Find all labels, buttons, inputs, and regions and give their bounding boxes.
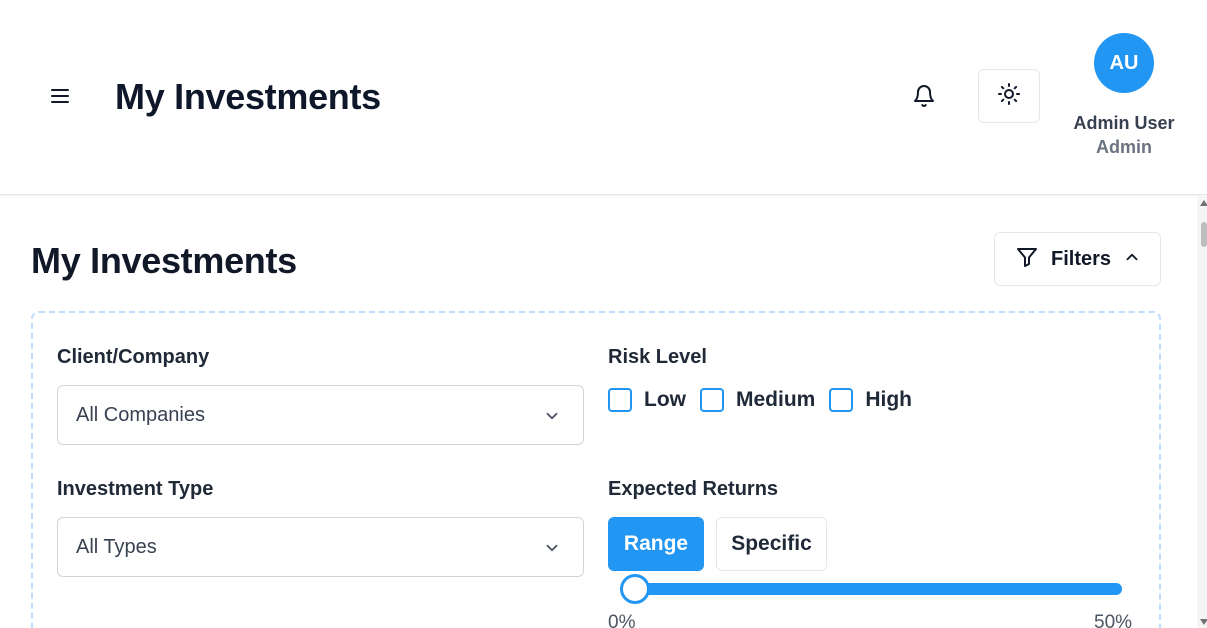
sun-icon [997, 82, 1021, 111]
risk-high-label: High [865, 388, 912, 411]
page-scrollbar[interactable] [1197, 196, 1207, 628]
risk-high-option[interactable]: High [829, 388, 912, 412]
risk-level-options: Low Medium High [608, 388, 926, 412]
risk-low-checkbox[interactable] [608, 388, 632, 412]
investment-type-value: All Types [76, 535, 157, 558]
avatar[interactable]: AU [1094, 33, 1154, 93]
client-company-label: Client/Company [57, 346, 210, 368]
user-role: Admin [1096, 137, 1152, 157]
client-company-select[interactable]: All Companies [57, 385, 584, 445]
expected-returns-label: Expected Returns [608, 478, 779, 500]
header-title: My Investments [115, 76, 381, 117]
risk-level-label: Risk Level [608, 346, 707, 368]
returns-slider-thumb[interactable] [620, 574, 650, 604]
risk-medium-checkbox[interactable] [700, 388, 724, 412]
chevron-down-icon [543, 407, 561, 430]
app-header: My Investments AU Admin User Admin [0, 0, 1207, 195]
slider-max-label: 50% [1094, 612, 1133, 628]
theme-toggle-button[interactable] [978, 69, 1040, 123]
scroll-up-icon[interactable] [1200, 200, 1207, 206]
specific-mode-button[interactable]: Specific [716, 517, 827, 571]
risk-medium-label: Medium [736, 388, 816, 411]
filters-button-label: Filters [1051, 247, 1112, 270]
scroll-down-icon[interactable] [1200, 619, 1207, 625]
bell-icon[interactable] [906, 78, 942, 114]
risk-low-option[interactable]: Low [608, 388, 686, 412]
scrollbar-thumb[interactable] [1201, 222, 1207, 247]
risk-high-checkbox[interactable] [829, 388, 854, 412]
page-title: My Investments [31, 240, 297, 281]
range-mode-button[interactable]: Range [608, 517, 704, 571]
investment-type-select[interactable]: All Types [57, 517, 584, 577]
returns-slider-track[interactable] [634, 583, 1122, 595]
investment-type-label: Investment Type [57, 478, 214, 500]
user-profile[interactable]: AU Admin User Admin [1064, 33, 1184, 158]
slider-min-label: 0% [608, 612, 636, 628]
user-name: Admin User [1073, 113, 1175, 133]
chevron-down-icon [543, 539, 561, 562]
filter-icon [1015, 245, 1039, 274]
client-company-value: All Companies [76, 403, 205, 426]
chevron-up-icon [1123, 248, 1141, 271]
risk-medium-option[interactable]: Medium [700, 388, 815, 412]
risk-low-label: Low [644, 388, 686, 411]
filters-button[interactable]: Filters [994, 232, 1161, 286]
hamburger-menu-icon[interactable] [44, 80, 76, 112]
